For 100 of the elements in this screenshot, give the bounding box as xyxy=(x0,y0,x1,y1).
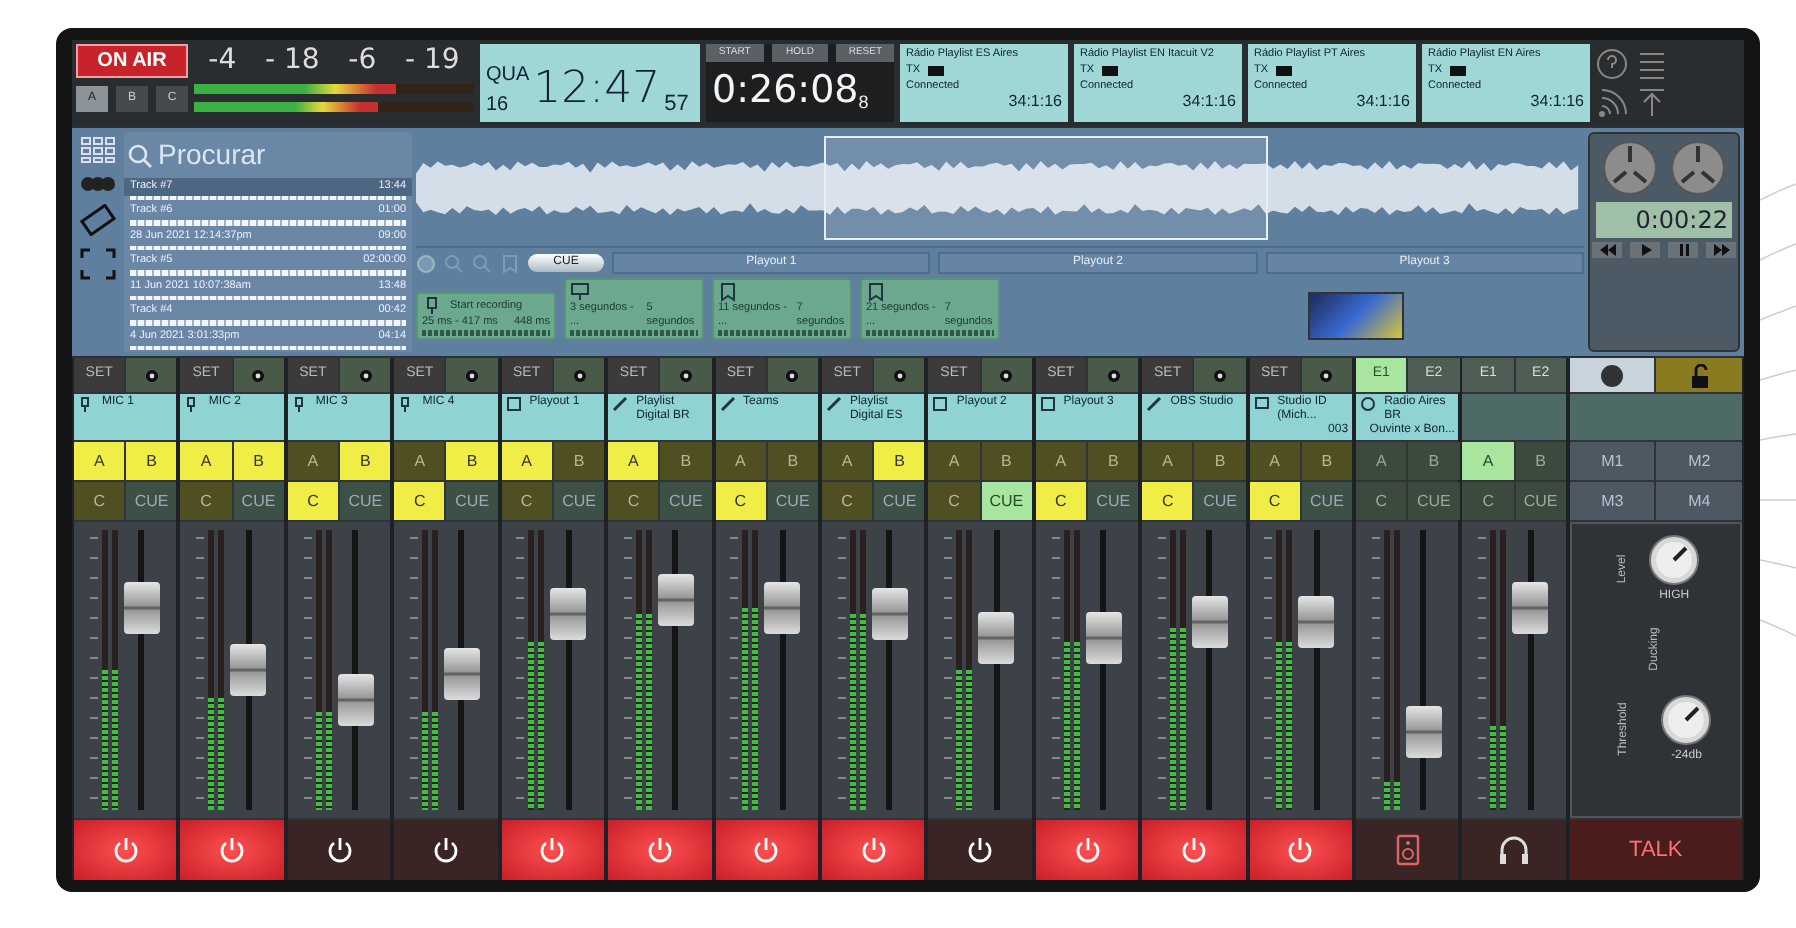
route-button[interactable]: CUE xyxy=(1301,482,1353,520)
route-button[interactable]: CUE xyxy=(660,482,712,520)
route-button[interactable]: C xyxy=(715,482,766,520)
route-button[interactable]: C xyxy=(821,482,873,520)
route-button[interactable]: C xyxy=(608,482,659,520)
route-button[interactable]: CUE xyxy=(981,482,1032,520)
help-icon[interactable] xyxy=(1596,47,1628,79)
monitor-button[interactable]: M2 xyxy=(1656,442,1742,480)
route-button[interactable]: CUE xyxy=(446,482,498,520)
route-button[interactable]: A xyxy=(394,442,445,480)
fader-handle[interactable] xyxy=(1298,596,1335,649)
monitor-button[interactable]: M1 xyxy=(1569,442,1655,480)
route-button[interactable]: C xyxy=(501,482,552,520)
route-button[interactable]: C xyxy=(1142,482,1193,520)
settings-button[interactable] xyxy=(553,358,605,392)
transport-button[interactable] xyxy=(1706,242,1736,258)
fader-handle[interactable] xyxy=(1191,596,1228,649)
transport-button[interactable] xyxy=(1668,242,1698,258)
route-button[interactable]: C xyxy=(74,482,125,520)
route-button[interactable]: B xyxy=(1194,442,1246,480)
fader-handle[interactable] xyxy=(1085,612,1121,665)
route-button[interactable]: A xyxy=(821,442,873,480)
route-button[interactable]: CUE xyxy=(1408,482,1459,520)
fader-handle[interactable] xyxy=(978,612,1015,665)
route-button[interactable]: CUE xyxy=(874,482,925,520)
transport-button[interactable] xyxy=(1592,242,1622,258)
route-button[interactable]: CUE xyxy=(1194,482,1246,520)
route-button[interactable]: A xyxy=(287,442,339,480)
route-button[interactable]: CUE xyxy=(126,482,177,520)
route-button[interactable]: C xyxy=(1356,482,1407,520)
talk-button[interactable]: TALK xyxy=(1569,820,1742,880)
transport-button[interactable] xyxy=(1630,242,1660,258)
route-button[interactable]: C xyxy=(1249,482,1300,520)
discs-icon[interactable] xyxy=(80,176,116,192)
route-button[interactable]: A xyxy=(1356,442,1407,480)
settings-button[interactable] xyxy=(1301,358,1353,392)
cart-icon[interactable] xyxy=(80,204,116,236)
search-field[interactable]: Procurar xyxy=(124,132,412,178)
settings-button[interactable] xyxy=(340,358,391,392)
settings-button[interactable] xyxy=(660,358,712,392)
settings-button[interactable] xyxy=(446,358,498,392)
selection-region[interactable] xyxy=(824,136,1269,240)
settings-button[interactable] xyxy=(981,358,1032,392)
fader-handle[interactable] xyxy=(1512,582,1549,635)
monitor-button[interactable]: M4 xyxy=(1656,482,1742,520)
fader-handle[interactable] xyxy=(123,582,160,635)
lock-button[interactable] xyxy=(1656,358,1742,392)
settings-button[interactable] xyxy=(874,358,925,392)
route-button[interactable]: A xyxy=(74,442,125,480)
broadcast-icon[interactable] xyxy=(1596,87,1628,119)
route-button[interactable]: C xyxy=(1035,482,1087,520)
fader-handle[interactable] xyxy=(657,573,694,626)
route-button[interactable]: CUE xyxy=(233,482,284,520)
fader-handle[interactable] xyxy=(1405,705,1442,758)
settings-button[interactable] xyxy=(767,358,818,392)
route-button[interactable]: B xyxy=(874,442,925,480)
route-button[interactable]: A xyxy=(928,442,980,480)
settings-button[interactable] xyxy=(126,358,177,392)
settings-button[interactable] xyxy=(1194,358,1246,392)
route-button[interactable]: B xyxy=(126,442,177,480)
rotary-knob[interactable] xyxy=(1658,692,1715,748)
route-button[interactable]: B xyxy=(1088,442,1139,480)
route-button[interactable]: B xyxy=(1301,442,1353,480)
route-button[interactable]: CUE xyxy=(767,482,818,520)
settings-button[interactable] xyxy=(233,358,284,392)
route-button[interactable]: A xyxy=(608,442,659,480)
record-button[interactable] xyxy=(1569,358,1655,392)
route-button[interactable]: A xyxy=(715,442,766,480)
route-button[interactable]: A xyxy=(501,442,552,480)
route-button[interactable]: C xyxy=(180,482,232,520)
route-button[interactable]: B xyxy=(767,442,818,480)
route-button[interactable]: A xyxy=(1249,442,1300,480)
route-button[interactable]: A xyxy=(180,442,232,480)
route-button[interactable]: C xyxy=(928,482,980,520)
route-button[interactable]: C xyxy=(1462,482,1514,520)
fullscreen-icon[interactable] xyxy=(80,248,116,280)
fader-handle[interactable] xyxy=(337,673,374,726)
fader-handle[interactable] xyxy=(871,587,908,639)
route-button[interactable]: A xyxy=(1462,442,1514,480)
route-button[interactable]: B xyxy=(981,442,1032,480)
route-button[interactable]: CUE xyxy=(1515,482,1566,520)
route-button[interactable]: CUE xyxy=(1088,482,1139,520)
rotary-knob[interactable] xyxy=(1646,532,1703,588)
fader-handle[interactable] xyxy=(443,648,480,701)
route-button[interactable]: B xyxy=(340,442,391,480)
fader-handle[interactable] xyxy=(764,582,801,635)
up-arrow-icon[interactable] xyxy=(1636,87,1668,119)
route-button[interactable]: B xyxy=(1408,442,1459,480)
route-button[interactable]: B xyxy=(553,442,605,480)
route-button[interactable]: C xyxy=(287,482,339,520)
menu-icon[interactable] xyxy=(1636,47,1668,79)
settings-button[interactable] xyxy=(1088,358,1139,392)
route-button[interactable]: CUE xyxy=(553,482,605,520)
monitor-button[interactable]: M3 xyxy=(1569,482,1655,520)
route-button[interactable]: B xyxy=(1515,442,1566,480)
fader-handle[interactable] xyxy=(550,587,587,639)
route-button[interactable]: A xyxy=(1035,442,1087,480)
route-button[interactable]: CUE xyxy=(340,482,391,520)
route-button[interactable]: B xyxy=(446,442,498,480)
route-button[interactable]: B xyxy=(233,442,284,480)
